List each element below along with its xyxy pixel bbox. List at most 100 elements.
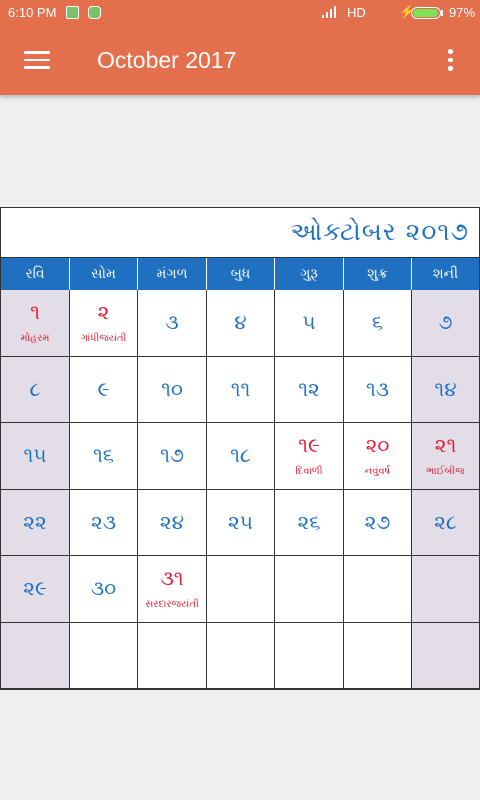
day-cell[interactable]: ૨૪ — [138, 489, 207, 556]
day-number: ૧૯ — [298, 433, 320, 457]
day-cell[interactable]: ૧૯ દિવાળી — [275, 423, 344, 490]
day-cell[interactable]: ૧૭ — [138, 423, 207, 490]
day-number: ૨૪ — [159, 509, 185, 534]
status-time: 6:10 PM — [8, 5, 57, 20]
day-number: ૯ — [97, 376, 110, 401]
day-cell[interactable]: ૮ — [1, 356, 70, 423]
day-cell[interactable]: ૩ — [138, 290, 207, 357]
battery-cap — [441, 10, 443, 16]
day-cell[interactable]: ૪ — [207, 290, 275, 357]
day-cell[interactable]: ૧૪ — [412, 356, 479, 423]
empty-cell — [275, 556, 344, 623]
day-cell[interactable]: ૬ — [344, 290, 412, 357]
weekday-header: રવિ સોમ મંગળ બુધ ગુરૂ શુક્ર શની — [1, 258, 479, 290]
more-vert-icon[interactable] — [438, 47, 462, 73]
day-cell[interactable]: ૯ — [70, 356, 138, 423]
day-number: ૨૬ — [297, 509, 321, 534]
calendar-month-title: ઓક્ટોબર ૨૦૧૭ — [1, 208, 479, 258]
day-number: ૨૯ — [23, 576, 47, 600]
weekday-label: રવિ — [1, 258, 70, 290]
day-number: ૨૧ — [434, 433, 457, 457]
day-cell[interactable]: ૩૧ સરદારજયંતી — [138, 556, 207, 623]
status-bar: 6:10 PM HD ⚡ 97% — [0, 0, 480, 25]
day-cell[interactable]: ૨૦ નવુંવર્ષ — [344, 423, 412, 490]
day-cell[interactable]: ૨૬ — [275, 489, 344, 556]
calendar: ઓક્ટોબર ૨૦૧૭ રવિ સોમ મંગળ બુધ ગુરૂ શુક્ર શની ૧… — [0, 207, 480, 690]
day-cell[interactable]: ૩૦ — [70, 556, 138, 623]
day-cell[interactable]: ૨૮ — [412, 489, 479, 556]
day-cell[interactable]: ૧૫ — [1, 423, 70, 490]
day-cell[interactable]: ૧૬ — [70, 423, 138, 490]
day-number: ૧૫ — [23, 443, 47, 467]
holiday-label: સરદારજયંતી — [145, 599, 199, 610]
day-cell[interactable]: ૧૧ — [207, 356, 275, 423]
empty-cell — [70, 622, 138, 689]
day-cell[interactable]: ૭ — [412, 290, 479, 357]
day-cell[interactable]: ૨૭ — [344, 489, 412, 556]
day-cell[interactable]: ૫ — [275, 290, 344, 357]
day-number: ૨ — [97, 300, 110, 324]
day-cell[interactable]: ૧૩ — [344, 356, 412, 423]
day-cell[interactable]: ૨ ગાંધીજયંતી — [70, 290, 138, 357]
day-cell[interactable]: ૧૮ — [207, 423, 275, 490]
empty-cell — [344, 622, 412, 689]
signal-icon — [322, 6, 336, 18]
day-number: ૧૬ — [93, 443, 114, 467]
android-icon — [88, 6, 101, 19]
day-number: ૨૭ — [364, 509, 391, 534]
empty-cell — [207, 622, 275, 689]
notification-icon — [66, 6, 79, 19]
holiday-label: ગાંધીજયંતી — [80, 333, 127, 344]
day-number: ૪ — [234, 310, 247, 334]
day-number: ૧૧ — [230, 376, 251, 401]
day-cell[interactable]: ૨૧ ભાઈબીજ — [412, 423, 479, 490]
day-number: ૨૮ — [434, 509, 457, 534]
day-number: ૨૨ — [23, 509, 47, 534]
app-bar: October 2017 — [0, 25, 480, 95]
day-number: ૬ — [371, 310, 384, 334]
day-cell[interactable]: ૧૨ — [275, 356, 344, 423]
day-number: ૧૭ — [160, 443, 184, 467]
network-label: HD — [347, 5, 366, 20]
day-number: ૫ — [302, 310, 316, 334]
weekday-label: ગુરૂ — [275, 258, 344, 290]
day-cell[interactable]: ૨૨ — [1, 489, 70, 556]
weekday-label: શુક્ર — [344, 258, 412, 290]
day-number: ૧ — [30, 300, 40, 324]
day-number: ૩૧ — [160, 566, 184, 590]
holiday-label: મોહરમ — [20, 333, 50, 344]
day-number: ૨૫ — [228, 509, 253, 534]
empty-cell — [138, 622, 207, 689]
day-number: ૩ — [165, 310, 179, 334]
day-number: ૧૨ — [298, 376, 320, 401]
battery-icon — [411, 7, 441, 19]
holiday-label: નવુંવર્ષ — [364, 466, 391, 477]
menu-icon[interactable] — [24, 51, 50, 69]
day-number: ૧૩ — [365, 376, 390, 401]
day-number: ૧૪ — [434, 376, 457, 401]
app-title: October 2017 — [97, 47, 237, 73]
battery-percent: 97% — [449, 5, 476, 20]
empty-cell — [344, 556, 412, 623]
day-number: ૨૦ — [365, 433, 390, 457]
holiday-label: ભાઈબીજ — [426, 466, 465, 477]
day-number: ૮ — [29, 376, 41, 401]
day-number: ૩૦ — [90, 576, 117, 600]
day-number: ૭ — [438, 310, 453, 334]
empty-cell — [1, 622, 70, 689]
calendar-grid: ૧ મોહરમ ૨ ગાંધીજયંતી ૩ ૪ ૫ ૬ ૭ ૮ ૯ ૧૦ ૧૧ ૧૨ ૧૩ ૧૪ ૧૫ ૧૬ ૧૭… — [1, 290, 479, 689]
day-cell[interactable]: ૨૫ — [207, 489, 275, 556]
day-number: ૧૦ — [161, 376, 183, 401]
day-cell[interactable]: ૧૦ — [138, 356, 207, 423]
day-number: ૨૩ — [90, 509, 117, 534]
day-cell[interactable]: ૨૯ — [1, 556, 70, 623]
day-number: ૧૮ — [230, 443, 251, 467]
holiday-label: દિવાળી — [295, 466, 323, 477]
empty-cell — [275, 622, 344, 689]
empty-cell — [412, 556, 479, 623]
weekday-label: શની — [432, 266, 459, 282]
day-cell[interactable]: ૧ મોહરમ — [1, 290, 70, 357]
empty-cell — [412, 622, 479, 689]
day-cell[interactable]: ૨૩ — [70, 489, 138, 556]
weekday-label: મંગળ — [138, 258, 207, 290]
